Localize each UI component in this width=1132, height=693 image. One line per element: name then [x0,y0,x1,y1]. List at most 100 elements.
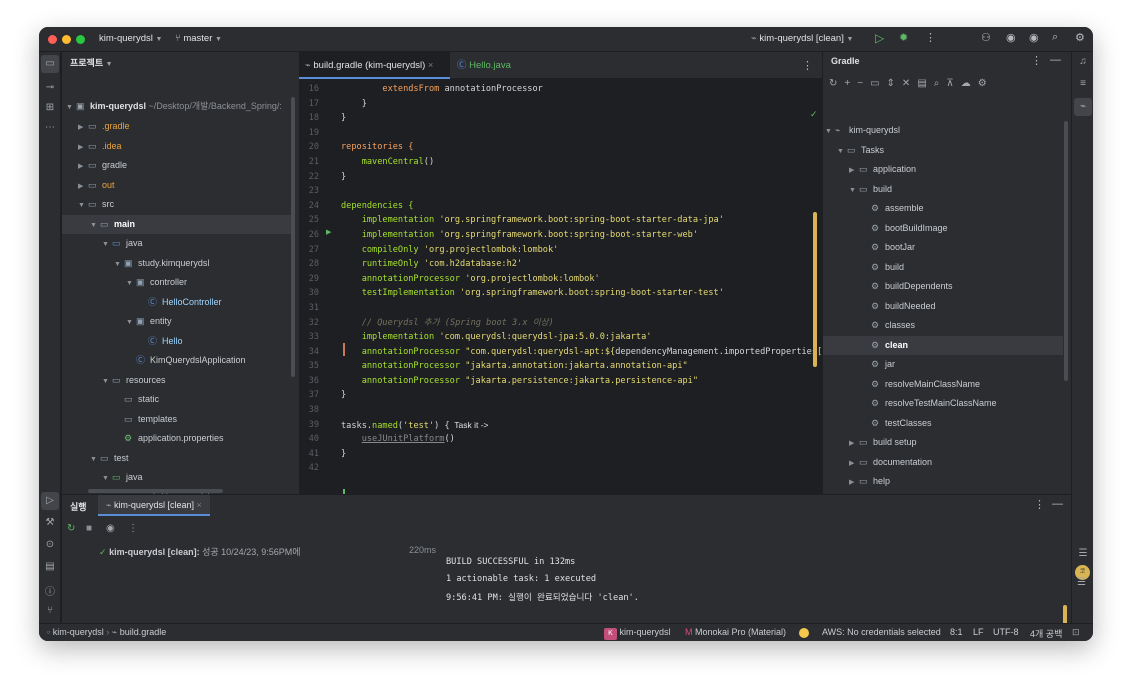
lock-icon[interactable]: ⊡ [1072,627,1080,638]
project-folder-icon[interactable]: ▭ [41,55,59,73]
commit-icon[interactable]: ⊸ [39,82,61,93]
gradle-task-item[interactable]: ⚙ assemble [823,199,1063,219]
gradle-task-item[interactable]: ▼ ▭ build [823,180,1063,200]
gradle-task-item[interactable]: ⚙ resolveMainClassName [823,375,1063,395]
run-gutter-icon[interactable]: ▶ [326,228,331,236]
view-options-eye-icon[interactable]: ◉ [106,523,115,534]
run-config-selector[interactable]: ⌁ kim-querydsl [clean] ▼ [751,33,853,44]
tasks-list-icon[interactable]: ▭ [870,79,879,89]
file-encoding[interactable]: UTF-8 [993,627,1019,637]
chevron-down-icon[interactable]: ▼ [825,128,835,135]
profile-widget[interactable]: K kim-querydsl [604,627,671,640]
code-line[interactable]: testImplementation 'org.springframework.… [341,286,821,301]
project-panel-header[interactable]: 프로젝트 ▼ [70,56,113,69]
gradle-options-icon[interactable]: ⋮ [1031,54,1042,67]
code-line[interactable]: implementation 'org.springframework.boot… [341,213,821,228]
run-hide-icon[interactable]: — [1052,498,1063,510]
code-line[interactable]: // Querydsl 추가 (Spring boot 3.x 이상) [341,316,821,331]
branch-selector[interactable]: ⑂ master ▼ [175,33,222,44]
tab-hello-java[interactable]: Ⓒ Hello.java [451,52,517,79]
stop-icon[interactable]: ■ [86,523,92,534]
chevron-right-icon[interactable]: ▶ [78,138,88,158]
minimize-window-button[interactable] [62,35,71,44]
offline-mode-icon[interactable]: ☁ [961,79,971,89]
services-icon[interactable]: ⊙ [39,539,61,550]
run-result-row[interactable]: ✓ kim-querydsl [clean]: 성공 10/24/23, 9:5… [99,545,301,558]
code-line[interactable]: } [341,447,821,462]
chevron-down-icon[interactable]: ▼ [90,216,100,236]
chevron-right-icon[interactable]: ▶ [849,440,859,447]
run-icon[interactable]: ▷ [875,31,884,45]
run-tool-icon[interactable]: ▷ [41,492,59,510]
structure-icon[interactable]: ⊞ [39,102,61,113]
more-tools-icon[interactable]: ⋯ [39,122,61,133]
ai-assistant-icon[interactable]: ◉ [1029,31,1039,44]
settings-gear-icon[interactable]: ⚙ [1075,31,1085,44]
code-line[interactable]: extendsFrom annotationProcessor [341,82,821,97]
project-tree-item[interactable]: ▭ templates [62,410,292,430]
ai-chat-icon[interactable]: ☰ [1072,548,1093,559]
database-icon[interactable]: ≡ [1072,78,1093,89]
debug-icon[interactable]: ✹ [899,31,908,44]
code-line[interactable] [341,301,821,316]
close-tab-icon[interactable]: × [428,61,433,70]
code-line[interactable] [341,461,821,476]
run-tab-label[interactable]: 실행 [70,500,87,513]
chevron-right-icon[interactable]: ▶ [849,167,859,174]
code-line[interactable]: } [341,388,821,403]
project-tree-item[interactable]: ▼▣ study.kimquerydsl [62,254,292,274]
run-config-tab[interactable]: ⌁ kim-querydsl [clean] × [98,495,210,516]
dependency-analyzer-icon[interactable]: ⌕ [934,79,940,89]
chevron-right-icon[interactable]: ▶ [849,479,859,486]
gradle-settings-icon[interactable]: ⚙ [978,79,987,89]
project-tree-item[interactable]: ▼ ▭ resources [62,371,292,391]
code-line[interactable]: tasks.named('test') { Task it -> [341,418,821,433]
code-line[interactable]: } [341,97,821,112]
project-tree-item[interactable]: ▼ ▭ test [62,449,292,469]
code-line[interactable]: } [341,170,821,185]
tab-options-icon[interactable]: ⋮ [802,59,813,72]
add-icon[interactable]: + [844,79,850,89]
code-line[interactable]: annotationProcessor "com.querydsl:queryd… [341,345,821,360]
gradle-task-item[interactable]: ▶ ▭ application [823,160,1063,180]
code-line[interactable]: useJUnitPlatform() [341,432,821,447]
breadcrumb-project[interactable]: kim-querydsl [53,627,104,637]
gradle-task-item[interactable]: ▼ ▭ Tasks [823,141,1063,161]
terminal-icon[interactable]: ▤ [39,561,61,572]
chevron-down-icon[interactable]: ▼ [126,274,136,294]
line-separator[interactable]: LF [973,627,984,637]
chevron-down-icon[interactable]: ▼ [849,187,859,194]
code-line[interactable]: annotationProcessor "jakarta.persistence… [341,374,821,389]
build-hammer-icon[interactable]: ⚒ [39,517,61,528]
gradle-task-item[interactable]: ⚙ buildNeeded [823,297,1063,317]
notifications-bell-icon[interactable]: ♫ [1072,56,1093,67]
chevron-down-icon[interactable]: ▼ [837,148,847,155]
project-tree-item[interactable]: Ⓒ Hello [62,332,292,352]
code-content[interactable]: extendsFrom annotationProcessor }} reposi… [341,82,821,476]
code-line[interactable]: repositories { [341,140,821,155]
chevron-right-icon[interactable]: ▶ [849,460,859,467]
code-line[interactable] [341,184,821,199]
editor-scrollbar[interactable] [813,212,817,367]
chevron-down-icon[interactable]: ▼ [102,469,112,489]
gradle-task-item[interactable]: ⚙ jar [823,355,1063,375]
open-folder-icon[interactable]: ▤ [917,79,926,89]
indent-setting[interactable]: 4개 공백 [1030,627,1062,640]
code-line[interactable]: implementation 'org.springframework.boot… [341,228,821,243]
gradle-task-item[interactable]: ▶ ▭ build setup [823,433,1063,453]
code-line[interactable]: } [341,111,821,126]
project-tree-item[interactable]: ⚙ application.properties [62,429,292,449]
project-tree-item[interactable]: ▼ ▣ entity [62,312,292,332]
rerun-icon[interactable]: ↻ [67,523,75,534]
gradle-task-item[interactable]: ⚙ bootBuildImage [823,219,1063,239]
expand-all-icon[interactable]: ⇕ [887,79,895,89]
chevron-down-icon[interactable]: ▼ [114,255,124,275]
gradle-task-item[interactable]: ⚙ testClasses [823,414,1063,434]
remove-icon[interactable]: − [857,79,863,89]
code-line[interactable]: implementation 'com.querydsl:querydsl-jp… [341,330,821,345]
project-tree-item[interactable]: ▶ ▭ .idea [62,137,292,157]
search-icon[interactable]: ⌕ [1052,31,1058,44]
aws-credentials[interactable]: AWS: No credentials selected [822,627,941,637]
more-actions-icon[interactable]: ⋮ [925,31,936,44]
chevron-right-icon[interactable]: ▶ [78,157,88,177]
